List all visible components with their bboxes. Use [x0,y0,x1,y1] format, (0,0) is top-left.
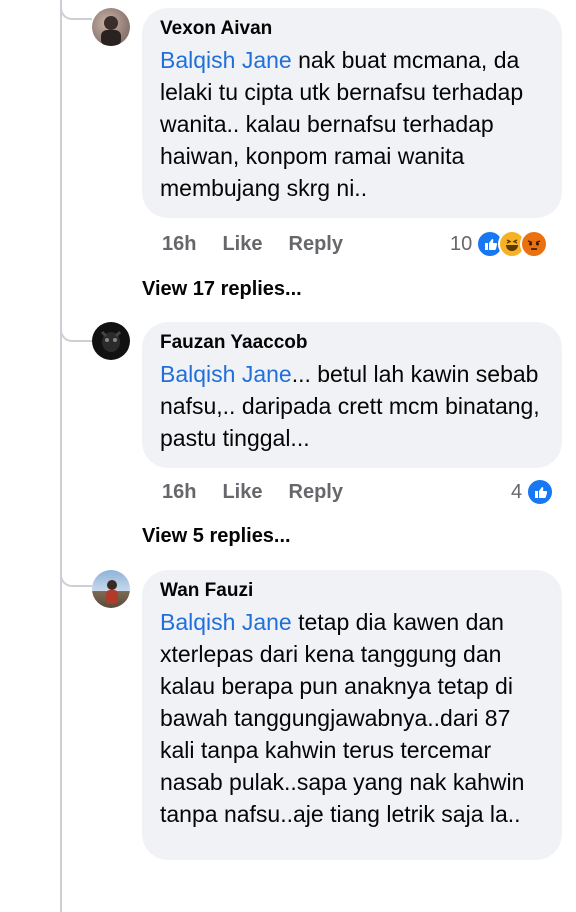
reaction-summary[interactable]: 10 [450,230,549,258]
thread-elbow [60,298,92,342]
comment: Wan Fauzi Balqish Jane tetap dia kawen d… [142,570,562,860]
comment: Fauzan Yaaccob Balqish Jane... betul lah… [142,322,562,468]
reaction-count: 4 [511,480,523,503]
comment-actions: 16h Like Reply [162,233,369,256]
mention-link[interactable]: Balqish Jane [160,47,292,73]
view-replies-link[interactable]: View 17 replies... [142,278,302,301]
mention-link[interactable]: Balqish Jane [160,609,292,635]
comment-bubble: Vexon Aivan Balqish Jane nak buat mcmana… [142,8,562,218]
avatar-image [101,16,121,46]
comment-body: tetap dia kawen dan xterlepas dari kena … [160,609,525,827]
view-replies-link[interactable]: View 5 replies... [142,525,291,548]
reply-button[interactable]: Reply [289,481,343,504]
comment: Vexon Aivan Balqish Jane nak buat mcmana… [142,8,562,218]
avatar[interactable] [92,322,130,360]
like-button[interactable]: Like [222,481,262,504]
like-icon [526,478,555,506]
comment-actions: 16h Like Reply [162,481,369,504]
comment-text: Balqish Jane... betul lah kawin sebab na… [160,358,544,454]
thread-line [60,0,62,912]
avatar[interactable] [92,570,130,608]
like-button[interactable]: Like [222,233,262,256]
reply-button[interactable]: Reply [289,233,343,256]
mention-link[interactable]: Balqish Jane [160,361,292,387]
avatar-image [100,330,122,352]
comment-time[interactable]: 16h [162,481,196,504]
reaction-summary[interactable]: 4 [511,478,555,506]
comment-bubble: Fauzan Yaaccob Balqish Jane... betul lah… [142,322,562,468]
comment-author[interactable]: Vexon Aivan [160,18,544,40]
thread-elbow [60,0,92,20]
avatar[interactable] [92,8,130,46]
comment-author[interactable]: Wan Fauzi [160,580,544,602]
comment-text: Balqish Jane nak buat mcmana, da lelaki … [160,44,544,204]
angry-icon [520,230,549,258]
comment-bubble: Wan Fauzi Balqish Jane tetap dia kawen d… [142,570,562,860]
thread-elbow [60,545,92,587]
comment-time[interactable]: 16h [162,233,196,256]
reaction-count: 10 [450,232,473,255]
comment-text: Balqish Jane tetap dia kawen dan xterlep… [160,606,544,830]
comment-author[interactable]: Fauzan Yaaccob [160,332,544,354]
avatar-image [106,580,118,604]
